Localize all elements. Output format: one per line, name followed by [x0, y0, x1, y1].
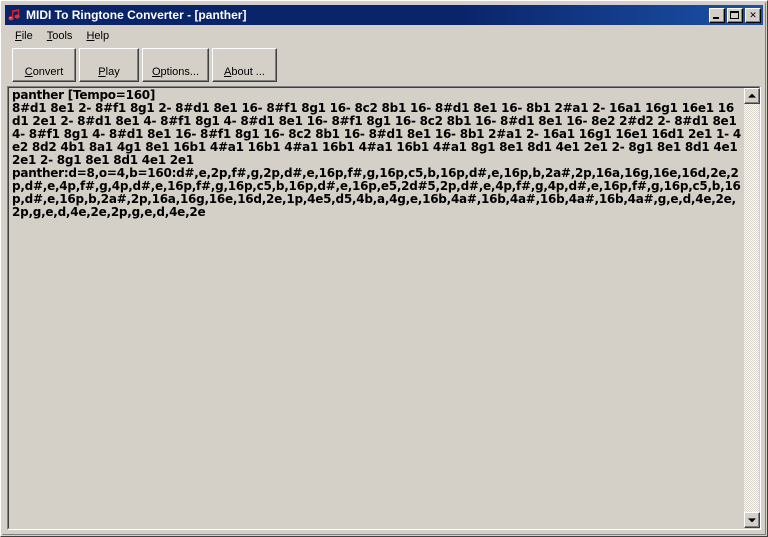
convert-rest: onvert: [32, 66, 64, 78]
menu-item-tools[interactable]: Tools: [40, 28, 80, 44]
menu-file-rest: ile: [21, 29, 33, 42]
midi-note-list: 8#d1 8e1 2- 8#f1 8g1 2- 8#d1 8e1 16- 8#f…: [12, 101, 742, 167]
scrollbar-track[interactable]: [744, 104, 759, 512]
options-rest: ptions...: [160, 66, 200, 78]
minimize-button[interactable]: [709, 7, 725, 23]
document-client-area: panther [Tempo=160] 8#d1 8e1 2- 8#f1 8g1…: [7, 86, 761, 530]
convert-button-label: Convert: [25, 66, 64, 81]
maximize-icon: [730, 10, 739, 19]
menu-file-accel: F: [15, 29, 22, 42]
window-inner-frame: MIDI To Ringtone Converter - [panther] ✕…: [2, 2, 766, 535]
conversion-output-pane[interactable]: panther [Tempo=160] 8#d1 8e1 2- 8#f1 8g1…: [9, 88, 743, 528]
window-title: MIDI To Ringtone Converter - [panther]: [26, 8, 247, 22]
scroll-up-icon: [748, 93, 756, 98]
options-button-label: Options...: [152, 66, 199, 81]
close-icon: ✕: [749, 9, 757, 20]
music-note-icon: [7, 7, 23, 23]
menu-bar: File Tools Help: [5, 26, 763, 45]
menu-item-file[interactable]: File: [8, 28, 40, 44]
menu-separator: [5, 45, 763, 46]
application-window: MIDI To Ringtone Converter - [panther] ✕…: [0, 0, 768, 537]
about-button-label: About ...: [224, 66, 265, 81]
minimize-icon: [713, 16, 719, 19]
vertical-scrollbar[interactable]: [743, 88, 760, 528]
scroll-down-button[interactable]: [744, 512, 760, 528]
play-accel: P: [98, 66, 106, 78]
options-accel: O: [151, 66, 161, 78]
menu-item-help[interactable]: Help: [79, 28, 116, 44]
tool-bar: Convert Play Options... About ...: [6, 48, 762, 84]
play-rest: lay: [105, 66, 120, 78]
play-button[interactable]: Play: [79, 48, 139, 82]
document-client-inner: panther [Tempo=160] 8#d1 8e1 2- 8#f1 8g1…: [8, 87, 760, 529]
about-button[interactable]: About ...: [212, 48, 277, 82]
convert-accel: C: [24, 66, 33, 78]
caption-button-group: ✕: [709, 7, 762, 23]
menu-tools-rest: ools: [52, 29, 73, 42]
convert-button[interactable]: Convert: [12, 48, 76, 82]
options-button[interactable]: Options...: [142, 48, 209, 82]
close-button[interactable]: ✕: [745, 7, 761, 23]
scroll-up-button[interactable]: [744, 88, 760, 104]
rtttl-string: panther:d=8,o=4,b=160:d#,e,2p,f#,g,2p,d#…: [12, 166, 741, 219]
title-bar[interactable]: MIDI To Ringtone Converter - [panther] ✕: [5, 5, 763, 25]
scroll-down-icon: [748, 518, 756, 523]
play-button-label: Play: [98, 66, 119, 81]
maximize-button[interactable]: [727, 7, 743, 23]
about-rest: bout ...: [231, 66, 265, 78]
menu-help-rest: elp: [94, 29, 110, 42]
